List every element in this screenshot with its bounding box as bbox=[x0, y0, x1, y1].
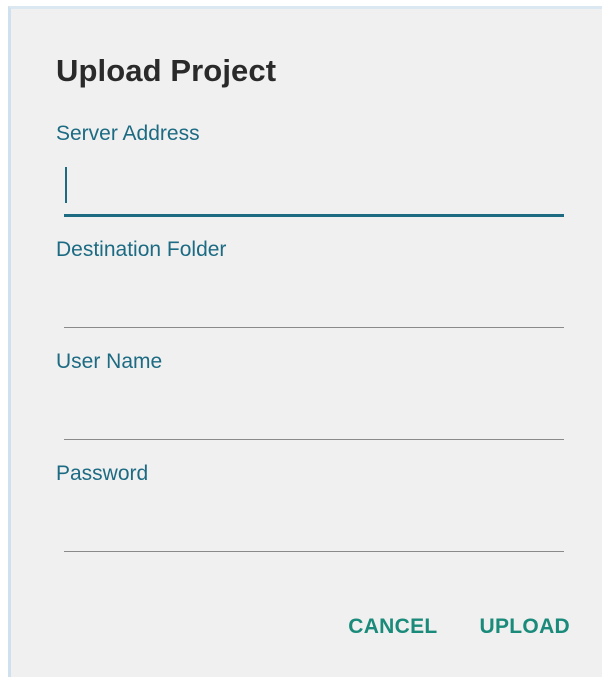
server-address-underline bbox=[64, 214, 564, 217]
destination-folder-label: Destination Folder bbox=[56, 238, 227, 261]
destination-folder-underline bbox=[64, 327, 564, 328]
server-address-input[interactable] bbox=[64, 171, 564, 215]
cancel-button[interactable]: CANCEL bbox=[348, 615, 437, 639]
password-underline bbox=[64, 551, 564, 552]
upload-project-dialog: Upload Project Server Address Destinatio… bbox=[8, 6, 602, 677]
server-address-label: Server Address bbox=[56, 122, 200, 145]
user-name-underline bbox=[64, 439, 564, 440]
password-label: Password bbox=[56, 462, 149, 485]
upload-button[interactable]: UPLOAD bbox=[480, 615, 570, 639]
dialog-actions: CANCEL UPLOAD bbox=[348, 615, 570, 639]
user-name-label: User Name bbox=[56, 350, 163, 373]
user-name-input[interactable] bbox=[64, 395, 564, 439]
text-cursor bbox=[65, 167, 67, 203]
password-input[interactable] bbox=[64, 507, 564, 551]
dialog-title: Upload Project bbox=[56, 53, 277, 88]
destination-folder-input[interactable] bbox=[64, 283, 564, 327]
